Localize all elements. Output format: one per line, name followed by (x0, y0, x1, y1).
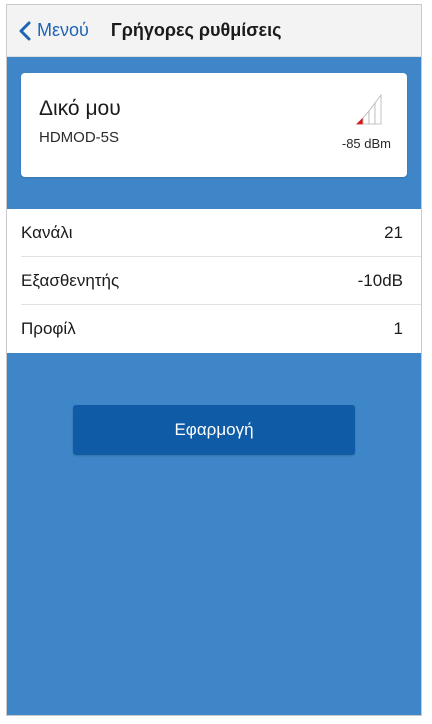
device-name: Δικό μου (39, 97, 121, 120)
chevron-left-icon (19, 21, 31, 40)
setting-row-attenuator[interactable]: Εξασθενητής -10dB (21, 257, 421, 305)
apply-button[interactable]: Εφαρμογή (73, 405, 355, 455)
app-window: Μενού Γρήγορες ρυθμίσεις Δικό μου HDMOD-… (6, 4, 422, 716)
device-model: HDMOD-5S (39, 129, 120, 146)
back-label: Μενού (37, 20, 89, 40)
signal-strength-icon (356, 93, 382, 125)
device-section: Δικό μου HDMOD-5S -85 dBm (7, 57, 421, 209)
setting-label: Προφίλ (21, 319, 76, 338)
header-bar: Μενού Γρήγορες ρυθμίσεις (7, 5, 421, 57)
signal-bar-4 (374, 93, 382, 125)
signal-bar-3 (368, 101, 376, 125)
setting-row-channel[interactable]: Κανάλι 21 (21, 209, 421, 257)
setting-value: -10dB (357, 270, 403, 290)
setting-row-profile[interactable]: Προφίλ 1 (21, 305, 421, 353)
setting-label: Εξασθενητής (21, 270, 120, 290)
signal-bar-2 (362, 109, 370, 125)
setting-label: Κανάλι (21, 222, 73, 242)
back-button[interactable]: Μενού (19, 20, 89, 41)
settings-list: Κανάλι 21 Εξασθενητής -10dB Προφίλ 1 (7, 209, 421, 353)
signal-value: -85 dBm (341, 136, 391, 151)
action-area: Εφαρμογή (7, 353, 421, 455)
page-title: Γρήγορες ρυθμίσεις (110, 20, 282, 40)
device-card[interactable]: Δικό μου HDMOD-5S -85 dBm (21, 73, 407, 177)
setting-value: 1 (393, 319, 403, 338)
setting-value: 21 (384, 222, 403, 242)
signal-bar-1 (356, 117, 364, 125)
